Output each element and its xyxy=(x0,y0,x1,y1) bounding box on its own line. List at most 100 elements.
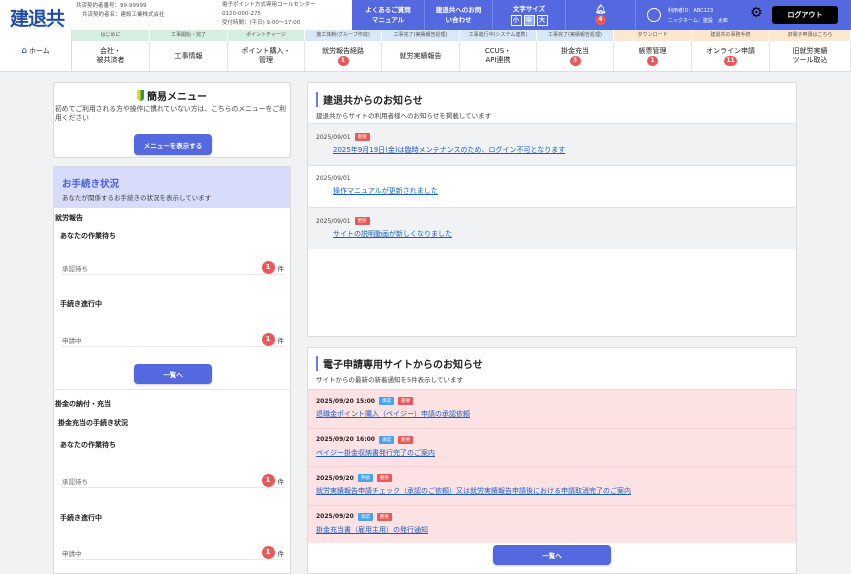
easy-menu-panel: 簡易メニュー 初めてご利用される方や操作に慣れていない方は、こちらのメニューをご… xyxy=(53,82,291,158)
nav-item-label: 帳票管理 xyxy=(638,46,667,55)
esite-tag-important: 重要 xyxy=(376,512,392,521)
esite-tag-type: 承認 xyxy=(357,512,373,521)
unit: 件 xyxy=(277,336,285,345)
esite-date: 2025/09/20 16:00 xyxy=(316,436,375,443)
esite-link[interactable]: 掛金充当書（雇用主用）の発行通知 xyxy=(316,525,788,535)
nav-item-label: ポイント購入・ xyxy=(241,47,291,55)
notices-title: 建退共からのお知らせ xyxy=(316,92,788,107)
nav-badge: 3 xyxy=(569,55,581,66)
font-size-control: 文字サイズ 小 中 大 xyxy=(493,0,566,30)
in-progress-heading: 手続き進行中 xyxy=(60,514,102,522)
esite-item: 2025/09/20 16:00 承認 重要 ペイジー掛金収納書発行完了のご案内 xyxy=(308,427,796,466)
show-menu-button[interactable]: メニューを表示する xyxy=(134,134,212,155)
notice-link[interactable]: 2025年9月19日(金)は臨時メンテナンスのため、ログイン不可となります xyxy=(333,145,788,155)
user-nickname: ニックネーム：建設 太郎 xyxy=(668,18,728,24)
nav-item-7[interactable]: 帳票管理 1 xyxy=(614,41,692,71)
esite-tag-type: 承認 xyxy=(378,435,394,444)
status-row-approval[interactable]: 承認待ち 1 件 xyxy=(62,261,284,275)
status-header: お手続き状況 あなたが関係するお手続きの状況を表示しています xyxy=(54,167,290,208)
nav-item-1[interactable]: 工事情報 xyxy=(150,41,228,71)
notices-header: 建退共からのお知らせ 建退共からサイトの利用者様へのお知らせを掲載しています xyxy=(308,83,796,120)
nav-item-label: CCUS・ xyxy=(484,47,512,55)
nav-badge: 11 xyxy=(724,55,737,66)
nav-item-label: 工事情報 xyxy=(174,51,203,60)
esite-link[interactable]: 就労実績報告申請チェック（承認のご依頼）又は就労実績報告申請後における申請取消完… xyxy=(316,486,788,496)
nav-category-4: 工事完了(実績報告処理) xyxy=(382,30,460,41)
nav-item-label-2: API連携 xyxy=(485,56,511,64)
status-panel: お手続き状況 あなたが関係するお手続きの状況を表示しています 就労報告 あなたの… xyxy=(53,166,291,574)
user-id: 利用者ID：ABC123 xyxy=(668,8,714,14)
nav-item-label: 旧就労実績 xyxy=(792,47,828,55)
user-info: 利用者ID：ABC123 ニックネーム：建設 太郎 xyxy=(668,6,728,26)
nav-category-8: 建退共の事務手続 xyxy=(692,30,770,41)
row-label: 承認待ち xyxy=(62,477,88,486)
row-label: 申請中 xyxy=(62,336,82,345)
manual-label: マニュアル xyxy=(371,16,405,24)
nav-item-2[interactable]: ポイント購入・ 管理 xyxy=(228,41,305,71)
esite-tag-type: 承認 xyxy=(378,397,394,405)
notice-date: 2025/09/01 xyxy=(316,133,351,141)
beginner-mark-icon xyxy=(137,90,144,101)
esite-link[interactable]: ペイジー掛金収納書発行完了のご案内 xyxy=(316,448,788,458)
nav-home[interactable]: ⌂ ホーム xyxy=(0,30,72,72)
nav-item-5[interactable]: CCUS・ API連携 xyxy=(460,41,537,71)
nav-item-label: 就労実績報告 xyxy=(399,51,442,60)
font-size-medium[interactable]: 中 xyxy=(523,15,535,26)
notification-button[interactable]: 🔔︎ 4 xyxy=(566,0,636,30)
nav-item-label: オンライン申請 xyxy=(706,46,755,55)
font-size-large[interactable]: 大 xyxy=(536,15,548,26)
row-label: 申請中 xyxy=(62,549,82,558)
waiting-heading: あなたの作業待ち xyxy=(60,232,116,240)
nav-item-6[interactable]: 掛金充当 3 xyxy=(537,41,614,71)
nav-item-3[interactable]: 就労報告経路 1 xyxy=(305,41,382,71)
callcenter-hours: 受付時間：(平日) 9:00～17:00 xyxy=(222,20,301,26)
faq-label: よくあるご質問 xyxy=(365,6,411,14)
faq-manual-button[interactable]: よくあるご質問 マニュアル xyxy=(352,0,425,30)
easy-menu-title-row: 簡易メニュー xyxy=(54,88,290,103)
nav-item-label: 掛金充当 xyxy=(561,46,589,55)
notice-date: 2025/09/01 xyxy=(316,217,351,225)
esite-date: 2025/09/20 xyxy=(316,513,354,520)
callcenter-info: 電子ポイント方式専用コールセンター 0120-000-275 受付時間：(平日)… xyxy=(222,1,316,28)
count-badge: 1 xyxy=(261,261,275,274)
member-number: 共済契約者番号：99-99999 xyxy=(76,3,147,9)
notice-link[interactable]: 操作マニュアルが更新されました xyxy=(333,186,788,196)
gear-icon[interactable]: ⚙ xyxy=(750,5,763,21)
status-row-applying[interactable]: 申請中 1 件 xyxy=(62,333,284,347)
esite-tag-type: 申請 xyxy=(357,474,373,482)
esite-list-button[interactable]: 一覧へ xyxy=(493,545,611,565)
contact-button[interactable]: 建退共へのお問 い合わせ xyxy=(425,0,493,30)
status-title: お手続き状況 xyxy=(62,179,120,190)
logo[interactable]: 建退共 xyxy=(10,4,65,31)
nav-item-8[interactable]: オンライン申請 11 xyxy=(692,41,770,71)
status-list-button[interactable]: 一覧へ xyxy=(134,364,212,384)
divider xyxy=(54,389,290,390)
contact-label-2: い合わせ xyxy=(445,16,472,24)
easy-menu-desc: 初めてご利用される方や操作に慣れていない方は、こちらのメニューをご利用ください xyxy=(55,105,286,122)
count-badge: 1 xyxy=(261,474,275,487)
logout-button[interactable]: ログアウト xyxy=(772,6,838,24)
nav-item-label-2: 被共済者 xyxy=(96,56,125,64)
nav-item-0[interactable]: 会社・ 被共済者 xyxy=(72,41,150,71)
nav-item-label-2: ツール取込 xyxy=(792,56,828,64)
notification-badge: 4 xyxy=(595,15,606,25)
nav-home-label: ホーム xyxy=(28,47,50,55)
easy-menu-title: 簡易メニュー xyxy=(147,92,207,103)
status-row-applying[interactable]: 申請中 1 件 xyxy=(62,546,284,560)
esite-tag-important: 重要 xyxy=(376,474,392,482)
row-label: 承認待ち xyxy=(62,264,88,273)
esite-panel: 電子申請専用サイトからのお知らせ サイトからの最新の新着通知を5件表示しています… xyxy=(307,347,797,574)
notice-link[interactable]: サイトの説明動画が新しくなりました xyxy=(333,229,788,239)
esite-tag-important: 重要 xyxy=(397,435,413,444)
notice-item: 2025/09/01 重要 2025年9月19日(金)は臨時メンテナンスのため、ロ… xyxy=(308,123,796,165)
esite-link[interactable]: 退職金ポイント購入（ペイジー）申請の承認依頼 xyxy=(316,409,788,419)
nav-item-label-2: 管理 xyxy=(259,56,273,64)
status-row-approval[interactable]: 承認待ち 1 件 xyxy=(62,474,284,488)
nav-item-4[interactable]: 就労実績報告 xyxy=(382,41,460,71)
font-size-small[interactable]: 小 xyxy=(510,15,522,26)
esite-item: 2025/09/20 承認 重要 掛金充当書（雇用主用）の発行通知 xyxy=(308,504,796,543)
user-avatar-icon[interactable] xyxy=(647,8,661,22)
esite-title: 電子申請専用サイトからのお知らせ xyxy=(316,356,788,371)
esite-date: 2025/09/20 xyxy=(316,474,354,482)
nav-item-9[interactable]: 旧就労実績 ツール取込 xyxy=(770,41,851,71)
